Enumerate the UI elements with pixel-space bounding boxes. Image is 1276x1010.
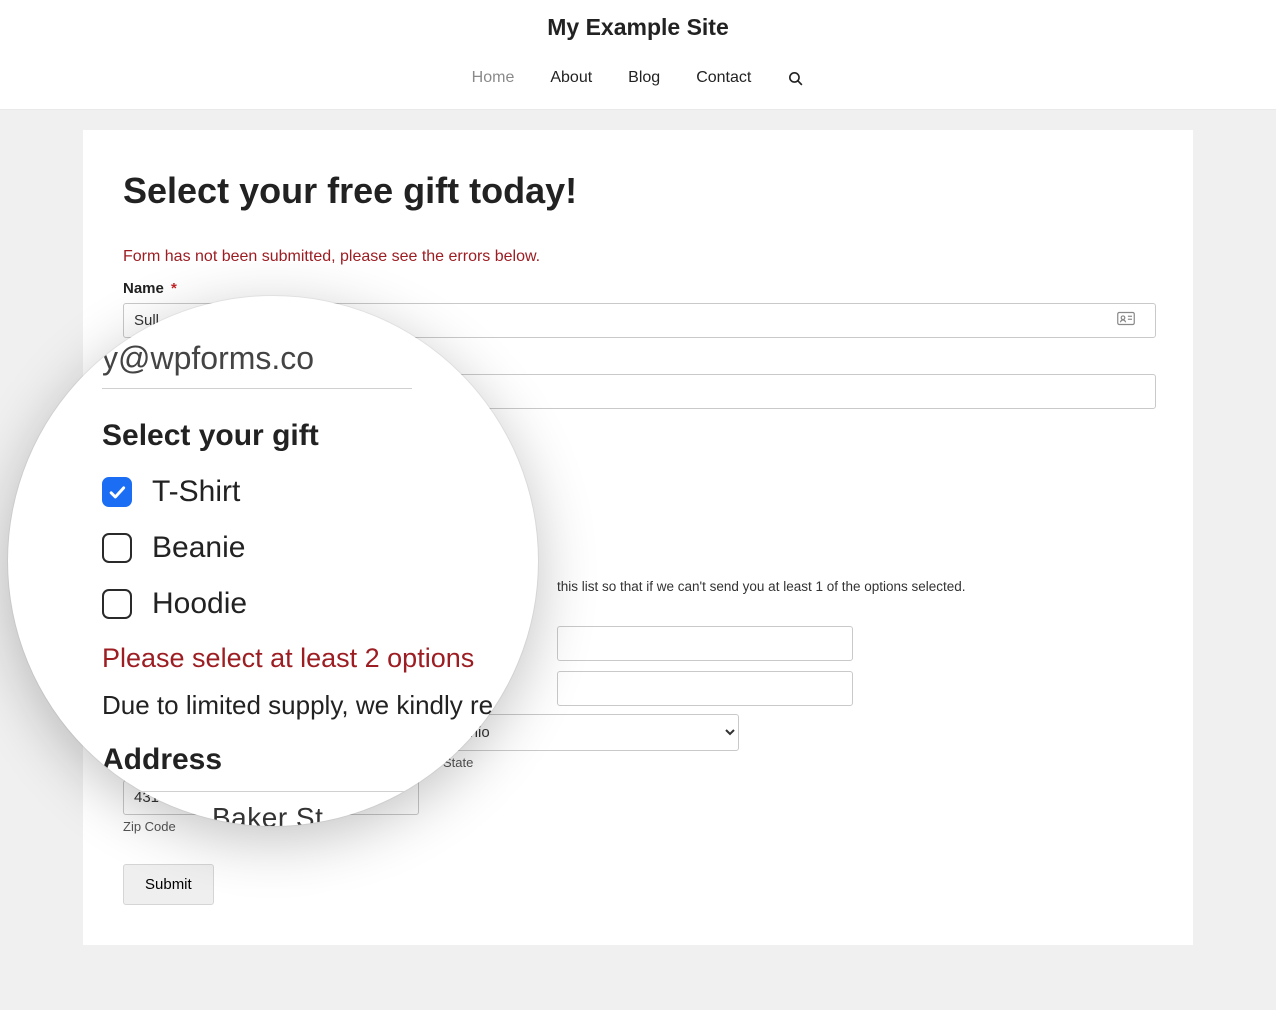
gift-hint-tail: this list so that if we can't send you a…	[557, 579, 1153, 594]
name-label-text: Name	[123, 280, 164, 297]
mag-gift-error: Please select at least 2 options	[102, 643, 538, 674]
mag-option-hoodie[interactable]: Hoodie	[102, 587, 538, 621]
nav-about[interactable]: About	[550, 69, 592, 87]
state-label: State	[443, 755, 739, 770]
address-line-2-input[interactable]	[557, 626, 853, 661]
primary-nav: Home About Blog Contact	[0, 69, 1276, 110]
mag-option-label-2: Hoodie	[152, 587, 247, 621]
mag-option-label-0: T-Shirt	[152, 475, 240, 509]
nav-blog[interactable]: Blog	[628, 69, 660, 87]
mag-gift-hint: Due to limited supply, we kindly re	[102, 690, 538, 721]
contact-card-icon	[1117, 311, 1135, 330]
state-select[interactable]: Ohio	[443, 714, 739, 751]
mag-option-beanie[interactable]: Beanie	[102, 531, 538, 565]
required-mark: *	[171, 280, 177, 297]
checkbox-checked-icon[interactable]	[102, 477, 132, 507]
magnifier-overlay: y@wpforms.co Select your gift T-Shirt Be…	[8, 296, 538, 826]
page-title: Select your free gift today!	[123, 170, 1153, 212]
name-label: Name *	[123, 280, 1153, 297]
mag-option-tshirt[interactable]: T-Shirt	[102, 475, 538, 509]
site-title: My Example Site	[0, 14, 1276, 69]
checkbox-unchecked-icon[interactable]	[102, 533, 132, 563]
checkbox-unchecked-icon[interactable]	[102, 589, 132, 619]
nav-home[interactable]: Home	[472, 69, 515, 87]
nav-contact[interactable]: Contact	[696, 69, 751, 87]
mag-option-label-1: Beanie	[152, 531, 245, 565]
address-input-extra[interactable]	[557, 671, 853, 706]
submit-button[interactable]: Submit	[123, 864, 214, 905]
mag-gift-heading: Select your gift	[102, 419, 538, 453]
site-header: My Example Site Home About Blog Contact	[0, 0, 1276, 110]
search-icon[interactable]	[787, 70, 804, 87]
form-error-banner: Form has not been submitted, please see …	[123, 248, 1153, 266]
mag-email-fragment: y@wpforms.co	[102, 340, 412, 389]
